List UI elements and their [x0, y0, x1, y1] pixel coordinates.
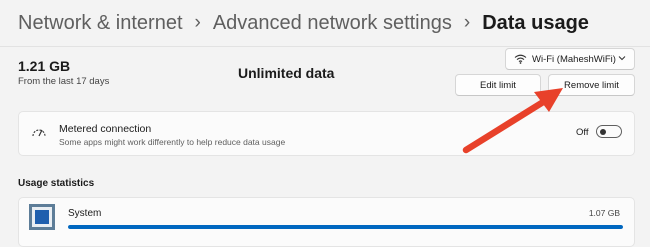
toggle-knob — [600, 128, 606, 135]
system-app-icon-window — [35, 210, 49, 224]
speedometer-icon — [32, 129, 46, 137]
app-name: System — [68, 208, 102, 219]
usage-period-label: From the last 17 days — [18, 76, 110, 87]
total-usage-value: 1.21 GB — [18, 58, 71, 74]
breadcrumb: Network & internet › Advanced network se… — [18, 8, 589, 38]
app-usage-amount: 1.07 GB — [588, 208, 620, 218]
metered-connection-title: Metered connection — [59, 123, 152, 135]
usage-statistics-heading: Usage statistics — [18, 178, 95, 189]
metered-connection-toggle[interactable] — [596, 125, 622, 138]
network-select-dropdown[interactable]: Wi-Fi (MaheshWiFi) — [505, 48, 635, 70]
metered-toggle-state: Off — [576, 127, 589, 138]
remove-limit-button[interactable]: Remove limit — [548, 74, 635, 96]
data-limit-status: Unlimited data — [238, 65, 335, 81]
wifi-icon — [514, 54, 527, 64]
edit-limit-button[interactable]: Edit limit — [455, 74, 541, 96]
system-app-icon — [29, 204, 55, 230]
usage-bar-fill — [68, 225, 623, 229]
breadcrumb-advanced-network-settings[interactable]: Advanced network settings — [213, 12, 452, 35]
breadcrumb-separator-icon: › — [194, 12, 201, 33]
chevron-down-icon — [618, 56, 626, 61]
metered-connection-card: Metered connection Some apps might work … — [18, 111, 635, 156]
breadcrumb-separator-icon: › — [463, 12, 471, 33]
breadcrumb-network-internet[interactable]: Network & internet — [18, 12, 183, 35]
usage-bar-track — [68, 225, 623, 229]
metered-connection-description: Some apps might work differently to help… — [59, 137, 286, 147]
header-divider — [0, 46, 650, 47]
page-title: Data usage — [482, 11, 589, 34]
network-select-value: Wi-Fi (MaheshWiFi) — [532, 53, 616, 65]
